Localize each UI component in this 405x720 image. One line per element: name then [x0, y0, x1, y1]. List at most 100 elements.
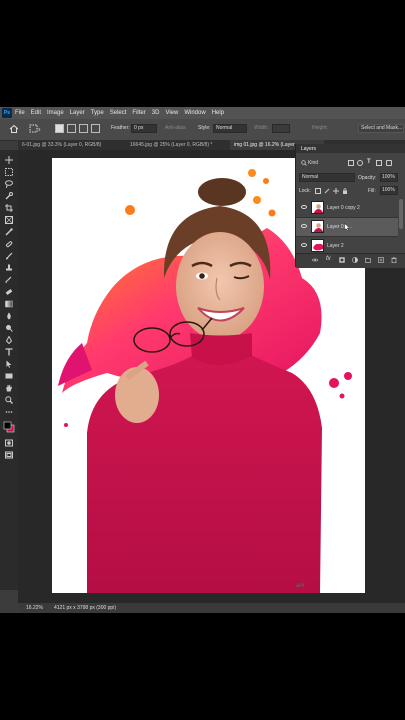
delete-layer-icon[interactable] [391, 257, 397, 263]
layer-row[interactable]: Layer 0 copy 2 [296, 199, 398, 218]
kind-filter-select[interactable]: Kind [308, 160, 318, 166]
add-selection-icon[interactable] [67, 124, 76, 133]
tools-panel [0, 150, 18, 590]
add-mask-icon[interactable] [339, 257, 345, 263]
menu-filter[interactable]: Filter [132, 110, 145, 116]
move-tool-icon[interactable] [5, 156, 13, 164]
menu-window[interactable]: Window [184, 110, 205, 116]
new-selection-icon[interactable] [55, 124, 64, 133]
tab-document-1[interactable]: 6-01.jpg @ 33.3% (Layer 0, RGB/8) [18, 140, 122, 150]
options-bar: Feather: 0 px Anti-alias Style: Normal W… [0, 119, 405, 141]
healing-brush-tool-icon[interactable] [5, 240, 13, 248]
layers-panel-header: Layers [296, 144, 405, 153]
document-info[interactable]: 4121 px x 3798 px (300 ppi) [54, 605, 116, 611]
search-icon [301, 160, 307, 166]
rectangle-tool-icon[interactable] [5, 372, 13, 380]
marquee-tool-preset-icon[interactable] [29, 124, 41, 134]
width-label: Width: [254, 125, 269, 131]
visibility-eye-icon[interactable] [301, 205, 307, 209]
history-brush-tool-icon[interactable] [5, 276, 13, 284]
layer-style-icon[interactable]: fx [326, 256, 332, 262]
eyedropper-tool-icon[interactable] [5, 228, 13, 236]
status-bar: 16.22% 4121 px x 3798 px (300 ppi) [18, 603, 405, 613]
filter-shape-icon[interactable] [376, 160, 382, 166]
layer-name[interactable]: Layer 2 [327, 243, 344, 249]
gradient-tool-icon[interactable] [5, 300, 13, 308]
crop-tool-icon[interactable] [5, 204, 13, 212]
home-icon[interactable] [9, 124, 19, 134]
style-select[interactable]: Normal [213, 124, 247, 133]
lock-transparent-icon[interactable] [315, 188, 321, 194]
visibility-eye-icon[interactable] [301, 224, 307, 228]
menu-edit[interactable]: Edit [31, 110, 41, 116]
filter-pixel-icon[interactable] [348, 160, 354, 166]
filter-row: Kind T [296, 158, 405, 168]
style-label: Style: [198, 125, 211, 131]
eraser-tool-icon[interactable] [5, 288, 13, 296]
clone-stamp-tool-icon[interactable] [5, 264, 13, 272]
filter-smart-object-icon[interactable] [386, 160, 392, 166]
lock-row: Lock: Fill: 100% [296, 186, 405, 196]
menu-layer[interactable]: Layer [70, 110, 85, 116]
lock-position-icon[interactable] [333, 188, 339, 194]
menu-view[interactable]: View [165, 110, 178, 116]
color-swatches[interactable] [3, 421, 15, 433]
cursor-arrow-icon [344, 223, 350, 231]
menu-select[interactable]: Select [110, 110, 127, 116]
fill-label: Fill: [368, 188, 376, 194]
height-label: Height: [312, 125, 328, 131]
menu-help[interactable]: Help [212, 110, 224, 116]
lock-all-icon[interactable] [342, 188, 348, 194]
tab-document-2[interactable]: 16645.jpg @ 25% (Layer 0, RGB/8) * [126, 140, 230, 150]
layers-panel-footer: fx [296, 253, 405, 268]
layers-panel-title[interactable]: Layers [301, 146, 316, 152]
blend-mode-select[interactable]: Normal [299, 173, 355, 182]
layer-name[interactable]: Layer 0 copy 2 [327, 205, 360, 211]
antialias-checkbox[interactable]: Anti-alias [165, 125, 186, 131]
layer-row-selected[interactable]: Layer 0 c... [296, 218, 398, 237]
select-and-mask-button[interactable]: Select and Mask... [358, 124, 404, 133]
width-input[interactable] [272, 124, 290, 133]
menu-image[interactable]: Image [47, 110, 64, 116]
new-layer-icon[interactable] [378, 257, 384, 263]
link-layers-icon[interactable] [312, 257, 318, 263]
more-tools-icon[interactable] [5, 408, 13, 416]
blend-row: Normal Opacity: 100% [296, 173, 405, 183]
blur-tool-icon[interactable] [5, 312, 13, 320]
fill-input[interactable]: 100% [380, 186, 398, 195]
menu-3d[interactable]: 3D [152, 110, 160, 116]
opacity-input[interactable]: 100% [380, 173, 398, 182]
menu-type[interactable]: Type [91, 110, 104, 116]
layer-thumbnail [311, 239, 324, 252]
lasso-tool-icon[interactable] [5, 180, 13, 188]
feather-input[interactable]: 0 px [131, 124, 157, 133]
filter-type-icon[interactable]: T [367, 159, 371, 165]
intersect-selection-icon[interactable] [91, 124, 100, 133]
adjustment-layer-icon[interactable] [352, 257, 358, 263]
quick-selection-tool-icon[interactable] [5, 192, 13, 200]
subtract-selection-icon[interactable] [79, 124, 88, 133]
quick-mask-icon[interactable] [5, 439, 13, 447]
frame-tool-icon[interactable] [5, 216, 13, 224]
layers-scrollbar[interactable] [399, 199, 403, 229]
zoom-level[interactable]: 16.22% [26, 605, 43, 611]
visibility-eye-icon[interactable] [301, 243, 307, 247]
marquee-tool-icon[interactable] [5, 168, 13, 176]
path-selection-tool-icon[interactable] [5, 360, 13, 368]
photoshop-logo-icon: Ps [2, 108, 12, 118]
new-group-icon[interactable] [365, 257, 371, 263]
menu-file[interactable]: File [15, 110, 25, 116]
feather-label: Feather: [111, 125, 130, 131]
hand-tool-icon[interactable] [5, 384, 13, 392]
screen-mode-icon[interactable] [5, 451, 13, 459]
layers-panel: Layers Kind T Normal Opacity: 100% Lock:… [295, 144, 405, 268]
pen-tool-icon[interactable] [5, 336, 13, 344]
brush-tool-icon[interactable] [5, 252, 13, 260]
zoom-tool-icon[interactable] [5, 396, 13, 404]
filter-adjustment-icon[interactable] [357, 160, 363, 166]
lock-pixels-icon[interactable] [324, 188, 330, 194]
opacity-label: Opacity: [358, 175, 377, 181]
type-tool-icon[interactable] [5, 348, 13, 356]
menu-bar: Ps File Edit Image Layer Type Select Fil… [0, 107, 405, 119]
dodge-tool-icon[interactable] [5, 324, 13, 332]
